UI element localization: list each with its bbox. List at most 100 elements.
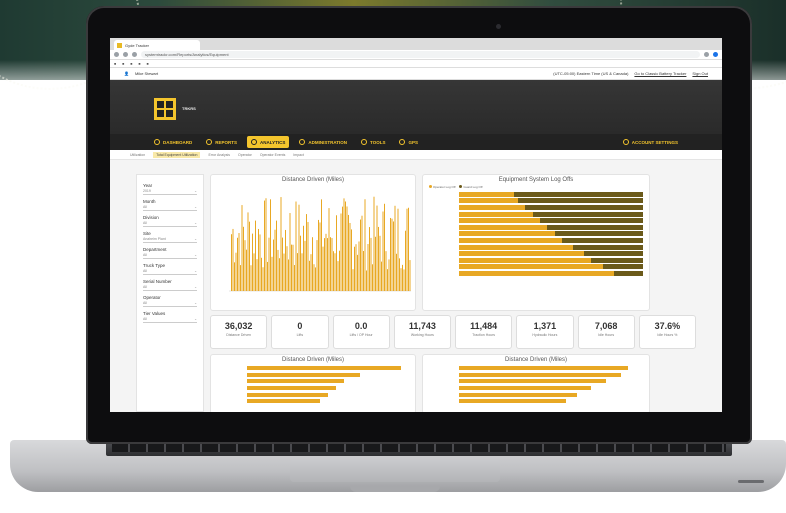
filter-select[interactable]: All ⌄: [143, 204, 197, 211]
filter-select[interactable]: Anaheim Plant ⌄: [143, 236, 197, 243]
browser-toolbar: systemtrackr.com/Reports/Analytics/Equip…: [110, 50, 722, 60]
bar: [339, 250, 340, 291]
bar: [459, 372, 621, 377]
nav-dashboard[interactable]: DASHBOARD: [150, 136, 196, 148]
bar: [324, 238, 325, 291]
bar-row: [429, 372, 643, 379]
bar: [322, 246, 324, 291]
forward-icon[interactable]: [123, 52, 128, 57]
legend-item: Operator Log Off: [429, 185, 455, 189]
timezone-label: (UTC-05:00) Eastern Time (US & Canada): [553, 71, 629, 76]
subtab[interactable]: Operator: [238, 153, 252, 157]
bar: [279, 258, 280, 291]
kpi-card: 11,743 Working Hours: [393, 315, 451, 349]
favicon-icon: [117, 42, 122, 48]
reports-icon: [206, 139, 213, 145]
filter-select[interactable]: All ⌄: [143, 268, 197, 275]
filter-select[interactable]: All ⌄: [143, 220, 197, 227]
webcam: [496, 24, 501, 29]
filter-select[interactable]: All ⌄: [143, 284, 197, 291]
bar: [328, 208, 330, 291]
bar: [364, 199, 366, 291]
bar: [370, 237, 372, 291]
nav-analytics[interactable]: ANALYTICS: [247, 136, 290, 148]
bar: [358, 241, 360, 291]
nav-gps[interactable]: GPS: [395, 136, 422, 148]
nav-label: GPS: [408, 139, 418, 145]
subtab[interactable]: Impact: [293, 153, 304, 157]
nav-tools[interactable]: TOOLS: [357, 136, 389, 148]
browser-tab[interactable]: Gyde Tracker: [114, 40, 200, 50]
chart-legend: Operator Log Off Guard Log Off: [423, 183, 649, 191]
log-offs-rows: [423, 191, 649, 277]
kpi-card: 11,484 Traction Hours: [455, 315, 513, 349]
profile-icon[interactable]: [713, 52, 718, 57]
chevron-down-icon: ⌄: [194, 317, 197, 321]
filter-select[interactable]: All ⌄: [143, 252, 197, 259]
user-name[interactable]: Mike Stewart: [135, 71, 158, 76]
bar: [336, 215, 337, 291]
subtab[interactable]: Utilization: [130, 153, 145, 157]
brand-logo: [154, 98, 176, 120]
bar: [325, 233, 327, 291]
bar: [378, 226, 379, 291]
address-bar[interactable]: systemtrackr.com/Reports/Analytics/Equip…: [141, 51, 700, 58]
bar: [310, 254, 312, 291]
bar: [354, 246, 355, 291]
bookmark-item[interactable]: ■: [122, 62, 124, 66]
filter-select[interactable]: All ⌄: [143, 300, 197, 307]
nav-administration[interactable]: ADMINISTRATION: [295, 136, 351, 148]
chevron-down-icon: ⌄: [194, 269, 197, 273]
bar: [393, 221, 394, 291]
bookmark-item[interactable]: ■: [114, 62, 116, 66]
bar: [295, 201, 297, 291]
bar: [247, 399, 320, 404]
bar-segment: [613, 270, 643, 276]
laptop-notch: [350, 486, 440, 492]
user-bar: 👤 Mike Stewart (UTC-05:00) Eastern Time …: [110, 68, 722, 80]
kpi-card: 37.6% Idle Hours %: [638, 315, 696, 349]
bar: [247, 386, 337, 391]
legacy-link[interactable]: Go to Classic Battery Tracker: [634, 71, 686, 76]
bar: [340, 213, 342, 291]
bookmark-item[interactable]: ■: [130, 62, 132, 66]
bar: [400, 268, 402, 291]
subtab[interactable]: Error Analysis: [208, 153, 230, 157]
nav-account-settings[interactable]: ACCOUNT SETTINGS: [619, 136, 682, 148]
bar: [345, 201, 346, 291]
nav-reports[interactable]: REPORTS: [202, 136, 241, 148]
bar: [312, 237, 313, 291]
bar: [357, 254, 358, 291]
subtab-active[interactable]: Total Equipment Utilization: [153, 151, 201, 158]
filter-select[interactable]: 2019 ⌄: [143, 188, 197, 195]
nav-label: ACCOUNT SETTINGS: [631, 139, 678, 145]
bar: [247, 379, 345, 384]
subtab[interactable]: Operator Events: [260, 153, 285, 157]
bar-row: [429, 237, 643, 244]
bar: [301, 253, 303, 291]
chevron-down-icon: ⌄: [194, 221, 197, 225]
chevron-down-icon: ⌄: [194, 285, 197, 289]
bookmark-item[interactable]: ■: [147, 62, 149, 66]
bar: [352, 269, 354, 291]
reload-icon[interactable]: [132, 52, 137, 57]
bar: [292, 244, 294, 291]
main-nav: DASHBOARD REPORTS ANALYTICS ADMINISTRATI…: [110, 134, 722, 150]
bar: [241, 205, 243, 291]
bar: [276, 220, 277, 291]
extension-icon[interactable]: [704, 52, 709, 57]
bookmark-item[interactable]: ■: [138, 62, 140, 66]
nav-label: ADMINISTRATION: [308, 139, 348, 145]
bar: [267, 261, 268, 291]
laptop-indicator: [738, 480, 764, 483]
bar-row: [429, 204, 643, 211]
filter-select[interactable]: All ⌄: [143, 316, 197, 323]
bar: [282, 237, 283, 291]
log-offs-chart-panel: Equipment System Log Offs Operator Log O…: [422, 174, 650, 311]
bar-row: [429, 217, 643, 224]
bar: [271, 256, 273, 291]
back-icon[interactable]: [114, 52, 119, 57]
distance-by-operator-rows: [423, 363, 649, 407]
signout-link[interactable]: Sign Out: [692, 71, 708, 76]
bar-row: [217, 365, 409, 372]
